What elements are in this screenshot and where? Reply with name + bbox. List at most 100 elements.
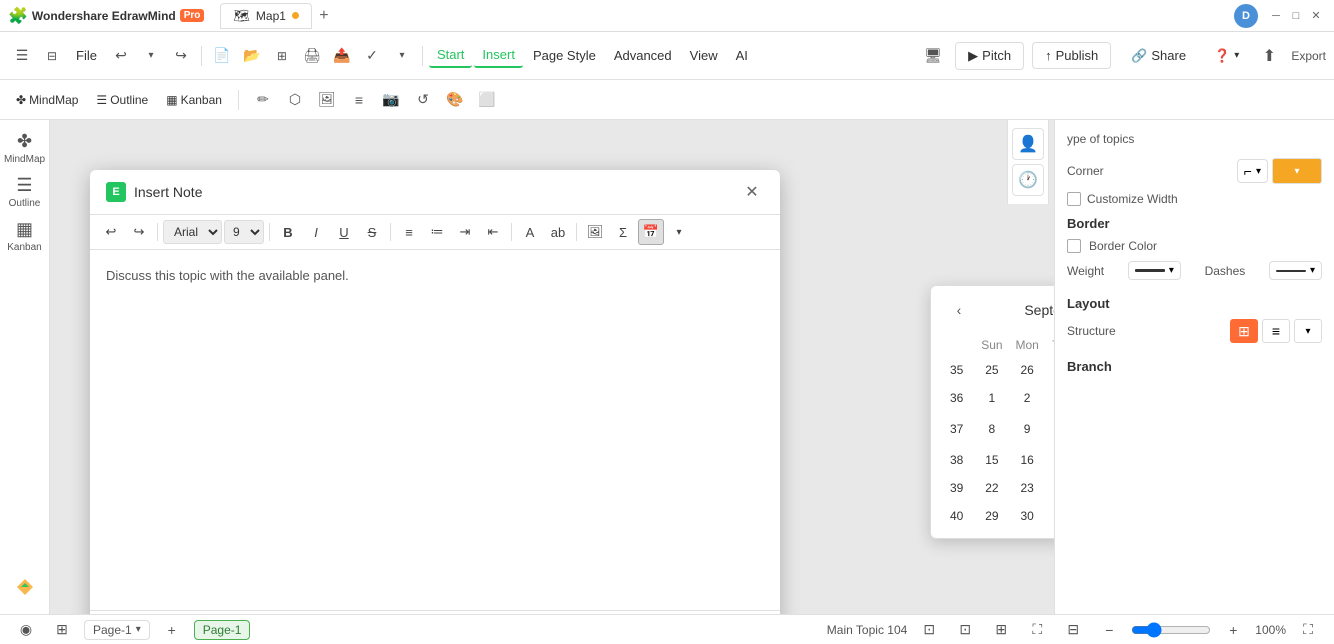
redo-icon[interactable]: ↪ — [167, 42, 195, 70]
status-icon[interactable]: ◉ — [12, 616, 40, 644]
calendar-day[interactable]: 3 — [1045, 384, 1054, 412]
paint-icon[interactable]: 🎨 — [441, 86, 469, 114]
calendar-dropdown[interactable]: ▾ — [666, 219, 692, 245]
replay-icon[interactable]: ↺ — [409, 86, 437, 114]
tab-start[interactable]: Start — [429, 43, 472, 68]
calendar-day[interactable]: 10 — [1045, 412, 1054, 446]
indent-button[interactable]: ⇥ — [452, 219, 478, 245]
highlight-button[interactable]: ab — [545, 219, 571, 245]
image-insert-button[interactable]: 🖼 — [582, 219, 608, 245]
tab-advanced[interactable]: Advanced — [606, 44, 680, 67]
dialog-body[interactable]: Discuss this topic with the available pa… — [90, 250, 780, 610]
calendar-day[interactable]: 9 — [1010, 412, 1045, 446]
corner-select[interactable]: ⌐ ▾ — [1237, 159, 1268, 183]
grid-view-icon[interactable]: ⊞ — [48, 616, 76, 644]
calendar-day[interactable]: 22 — [974, 474, 1009, 502]
brush-icon[interactable]: ✏ — [249, 86, 277, 114]
pitch-button[interactable]: ▶ Pitch — [955, 42, 1024, 70]
minimize-button[interactable]: ─ — [1266, 6, 1286, 26]
structure-icon-1[interactable]: ⊞ — [1230, 319, 1258, 343]
zoom-in-icon[interactable]: + — [1219, 616, 1247, 644]
undo-dropdown[interactable]: ▾ — [137, 42, 165, 70]
help-icon[interactable]: 🖥 — [919, 42, 947, 70]
calendar-day[interactable]: 25 — [974, 356, 1009, 384]
canvas-area[interactable]: E Insert Note ✕ ↩ ↪ Arial 9 B I U S — [50, 120, 1054, 614]
export-dropdown[interactable]: 📤 — [328, 42, 356, 70]
collapse-icon[interactable]: ⊡ — [951, 616, 979, 644]
dialog-redo-button[interactable]: ↪ — [126, 219, 152, 245]
align-left-button[interactable]: ≡ — [396, 219, 422, 245]
font-color-button[interactable]: A — [517, 219, 543, 245]
file-menu-button[interactable]: File — [68, 44, 105, 67]
active-page-tab[interactable]: Page-1 — [194, 620, 251, 640]
undo-icon[interactable]: ↩ — [107, 42, 135, 70]
calendar-day[interactable]: 29 — [974, 502, 1009, 530]
outline-nav-button[interactable]: ☰ Outline — [5, 172, 45, 212]
tab-view[interactable]: View — [682, 44, 726, 67]
dialog-undo-button[interactable]: ↩ — [98, 219, 124, 245]
calendar-day[interactable]: 23 — [1010, 474, 1045, 502]
strikethrough-button[interactable]: S — [359, 219, 385, 245]
add-page-button[interactable]: + — [158, 616, 186, 644]
close-button[interactable]: ✕ — [1306, 6, 1326, 26]
kanban-button[interactable]: ▦ Kanban — [158, 90, 230, 110]
open-icon[interactable]: 📂 — [238, 42, 266, 70]
border-color-checkbox[interactable] — [1067, 239, 1081, 253]
calendar-day[interactable]: 24 — [1045, 474, 1054, 502]
fullscreen-icon[interactable]: ⛶ — [1023, 616, 1051, 644]
structure-icon-2[interactable]: ≡ — [1262, 319, 1290, 343]
save-icon[interactable]: ⊞ — [268, 42, 296, 70]
calendar-day[interactable]: 27 — [1045, 356, 1054, 384]
mindmap-button[interactable]: ✤ MindMap — [8, 90, 86, 110]
check-icon[interactable]: ✓ — [358, 42, 386, 70]
calendar-day[interactable]: 1 — [974, 384, 1009, 412]
file-menu-icon[interactable]: ⊟ — [38, 42, 66, 70]
export-button[interactable]: ⬆ — [1255, 42, 1283, 70]
customize-width-checkbox[interactable] — [1067, 192, 1081, 206]
user-avatar[interactable]: D — [1234, 4, 1258, 28]
image-icon[interactable]: 📷 — [377, 86, 405, 114]
insert-icon[interactable]: 🖼 — [313, 86, 341, 114]
dialog-close-button[interactable]: ✕ — [740, 180, 764, 204]
calendar-day[interactable]: 26 — [1010, 356, 1045, 384]
font-size-select[interactable]: 9 — [224, 220, 264, 244]
formula-button[interactable]: Σ — [610, 219, 636, 245]
calendar-day[interactable]: 17 — [1045, 446, 1054, 474]
zoom-slider[interactable] — [1131, 622, 1211, 638]
new-icon[interactable]: 📄 — [208, 42, 236, 70]
tab-page-style[interactable]: Page Style — [525, 44, 604, 67]
map-tab[interactable]: 🗺 Map1 — [220, 3, 312, 29]
expand-full-icon[interactable]: ⛶ — [1294, 616, 1322, 644]
fit-icon[interactable]: ⊡ — [915, 616, 943, 644]
sidebar-toggle-icon[interactable]: ☰ — [8, 42, 36, 70]
calendar-button[interactable]: 📅 — [638, 219, 664, 245]
calendar-day[interactable]: 16 — [1010, 446, 1045, 474]
list-icon[interactable]: ≡ — [345, 86, 373, 114]
dashes-select[interactable]: ▾ — [1269, 261, 1322, 280]
maximize-button[interactable]: □ — [1286, 6, 1306, 26]
cal-prev-button[interactable]: ‹ — [947, 298, 971, 322]
bold-button[interactable]: B — [275, 219, 301, 245]
unindent-button[interactable]: ⇤ — [480, 219, 506, 245]
calendar-day[interactable]: 1 — [1045, 502, 1054, 530]
font-family-select[interactable]: Arial — [163, 220, 222, 244]
structure-icon-dropdown[interactable]: ▾ — [1294, 319, 1322, 343]
share-button[interactable]: 🔗 Share — [1119, 43, 1198, 69]
page-1-tab[interactable]: Page-1 ▾ — [84, 620, 150, 640]
check-dropdown[interactable]: ▾ — [388, 42, 416, 70]
weight-select[interactable]: ▾ — [1128, 261, 1181, 280]
publish-button[interactable]: ↑ Publish — [1032, 42, 1111, 69]
kanban-nav-button[interactable]: ▦ Kanban — [5, 216, 45, 256]
print-icon[interactable]: 🖨 — [298, 42, 326, 70]
calendar-day[interactable]: 30 — [1010, 502, 1045, 530]
mindmap-nav-button[interactable]: ✤ MindMap — [5, 128, 45, 168]
calendar-day[interactable]: 2 — [1010, 384, 1045, 412]
zoom-fit-icon[interactable]: ⊟ — [1059, 616, 1087, 644]
color-swatch-orange[interactable]: ▾ — [1272, 158, 1322, 184]
rect-icon[interactable]: ⬜ — [473, 86, 501, 114]
new-tab-button[interactable]: + — [312, 4, 336, 28]
shape-icon[interactable]: ⬡ — [281, 86, 309, 114]
tab-ai[interactable]: AI — [728, 44, 756, 67]
outline-button[interactable]: ☰ Outline — [88, 90, 156, 110]
italic-button[interactable]: I — [303, 219, 329, 245]
